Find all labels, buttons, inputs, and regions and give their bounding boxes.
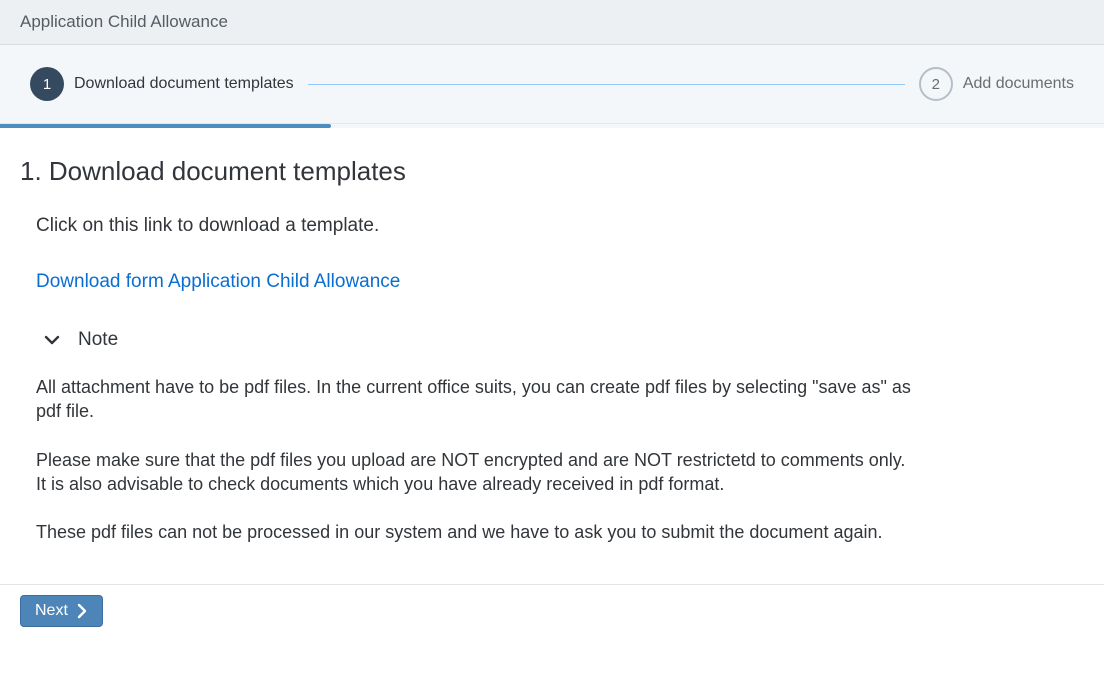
wizard-step-2-number: 2 [919, 67, 953, 101]
wizard-strip: 1 Download document templates 2 Add docu… [0, 45, 1104, 124]
next-button-label: Next [35, 602, 68, 620]
wizard-step-1[interactable]: 1 Download document templates [30, 67, 294, 101]
page-header: Application Child Allowance [0, 0, 1104, 45]
note-title: Note [78, 329, 118, 351]
note-body: All attachment have to be pdf files. In … [36, 375, 916, 544]
next-button[interactable]: Next [20, 595, 103, 627]
chevron-down-icon [42, 330, 62, 350]
download-template-link[interactable]: Download form Application Child Allowanc… [36, 271, 400, 293]
wizard-step-2-label: Add documents [963, 75, 1074, 93]
note-paragraph-1: All attachment have to be pdf files. In … [36, 375, 916, 424]
footer-bar: Next [0, 584, 1104, 639]
wizard-step-1-number: 1 [30, 67, 64, 101]
note-toggle[interactable]: Note [42, 329, 1084, 351]
wizard-step-2[interactable]: 2 Add documents [919, 67, 1074, 101]
intro-text: Click on this link to download a templat… [36, 215, 1084, 237]
wizard-connector-line [308, 84, 905, 85]
main-content: 1. Download document templates Click on … [0, 128, 1104, 564]
note-paragraph-2: Please make sure that the pdf files you … [36, 448, 916, 497]
section-heading: 1. Download document templates [20, 156, 1084, 187]
wizard-step-1-label: Download document templates [74, 75, 294, 93]
page-title: Application Child Allowance [20, 12, 228, 31]
chevron-right-icon [74, 603, 90, 619]
note-paragraph-3: These pdf files can not be processed in … [36, 520, 916, 544]
